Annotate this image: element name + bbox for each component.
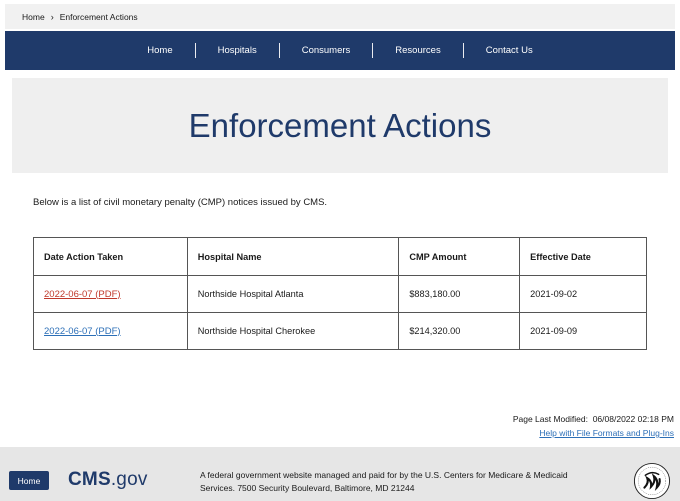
main-navigation: Home Hospitals Consumers Resources Conta… (5, 31, 675, 70)
nav-divider (278, 43, 280, 58)
last-modified-value: 06/08/2022 02:18 PM (592, 414, 674, 424)
nav-divider (372, 43, 374, 58)
nav-item-hospitals[interactable]: Hospitals (196, 45, 279, 56)
column-header-amount: CMP Amount (398, 237, 521, 276)
nav-item-contact-us[interactable]: Contact Us (464, 45, 555, 56)
page-title: Enforcement Actions (188, 106, 492, 144)
site-footer: Home CMS.gov A federal government websit… (0, 447, 680, 501)
nav-item-home[interactable]: Home (125, 45, 194, 56)
cell-hospital: Northside Hospital Cherokee (186, 312, 400, 350)
cms-gov-logo[interactable]: CMS.gov (68, 469, 148, 491)
nav-item-consumers[interactable]: Consumers (280, 45, 373, 56)
enforcement-actions-table: Date Action Taken Hospital Name CMP Amou… (33, 237, 647, 350)
column-header-date: Date Action Taken (33, 237, 188, 276)
cell-date: 2022-06-07 (PDF) (33, 275, 188, 313)
breadcrumb-home-link[interactable]: Home (22, 12, 45, 22)
column-header-hospital: Hospital Name (186, 237, 400, 276)
footer-home-button[interactable]: Home (9, 471, 49, 490)
nav-divider (194, 43, 196, 58)
page-modified-info: Page Last Modified: 06/08/2022 02:18 PM … (513, 412, 674, 440)
intro-text: Below is a list of civil monetary penalt… (33, 197, 328, 208)
table-header-row: Date Action Taken Hospital Name CMP Amou… (33, 237, 647, 276)
last-modified-label: Page Last Modified: (512, 414, 588, 424)
cell-amount: $883,180.00 (398, 275, 521, 313)
table-row: 2022-06-07 (PDF) Northside Hospital Cher… (33, 312, 647, 350)
file-formats-help-link[interactable]: Help with File Formats and Plug-Ins (539, 428, 674, 438)
cell-effective-date: 2021-09-09 (519, 312, 647, 350)
pdf-link[interactable]: 2022-06-07 (PDF) (44, 289, 121, 300)
column-header-effective-date: Effective Date (519, 237, 647, 276)
page-header-banner: Enforcement Actions (12, 78, 668, 173)
cell-date: 2022-06-07 (PDF) (33, 312, 188, 350)
breadcrumb: Home › Enforcement Actions (5, 4, 675, 29)
breadcrumb-current: Enforcement Actions (59, 11, 138, 22)
last-modified-line: Page Last Modified: 06/08/2022 02:18 PM (513, 412, 674, 426)
footer-agency-text: A federal government website managed and… (200, 470, 568, 493)
table-row: 2022-06-07 (PDF) Northside Hospital Atla… (33, 275, 647, 313)
cell-hospital: Northside Hospital Atlanta (186, 275, 400, 313)
hhs-seal-icon (633, 462, 671, 500)
pdf-link[interactable]: 2022-06-07 (PDF) (44, 326, 121, 337)
breadcrumb-separator-icon: › (50, 11, 54, 22)
cell-amount: $214,320.00 (398, 312, 521, 350)
nav-divider (462, 43, 464, 58)
cell-effective-date: 2021-09-02 (519, 275, 647, 313)
nav-item-resources[interactable]: Resources (373, 45, 462, 56)
